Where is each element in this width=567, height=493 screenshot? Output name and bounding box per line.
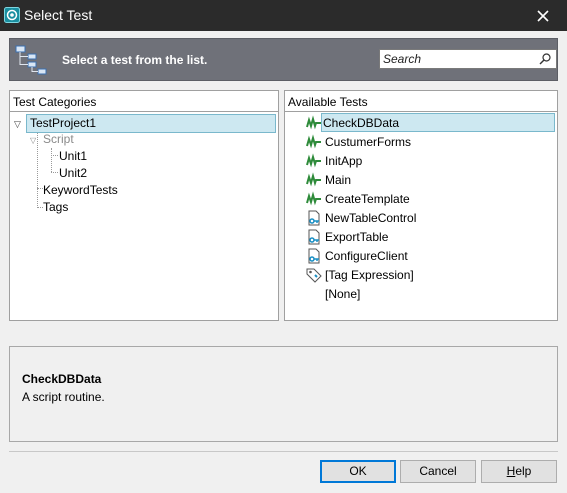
- test-item[interactable]: InitApp: [306, 152, 536, 170]
- script-routine-icon: [306, 153, 321, 168]
- test-item-label: CustumerForms: [325, 135, 412, 149]
- test-item-label: NewTableControl: [325, 211, 417, 225]
- tree-item-label: Script: [43, 132, 74, 146]
- test-item-label: Main: [325, 173, 352, 187]
- script-routine-icon: [306, 191, 321, 206]
- ok-button[interactable]: OK: [320, 460, 396, 483]
- divider: [9, 451, 558, 452]
- tree-item-keywordtests[interactable]: KeywordTests: [40, 182, 121, 199]
- description-panel: CheckDBData A script routine.: [9, 346, 558, 442]
- tree-item-unit1[interactable]: Unit1: [56, 148, 90, 165]
- test-item-label: ExportTable: [325, 230, 389, 244]
- description-text: A script routine.: [22, 390, 105, 404]
- tree-item-testproject1[interactable]: ▽ TestProject1: [14, 114, 276, 133]
- test-item[interactable]: Main: [306, 171, 536, 189]
- keyword-test-icon: [308, 248, 320, 264]
- script-routine-icon: [306, 115, 321, 130]
- script-routine-icon: [306, 172, 321, 187]
- help-button[interactable]: Help: [481, 460, 557, 483]
- search-box: [379, 49, 557, 69]
- close-icon[interactable]: [534, 7, 552, 25]
- test-item-label: InitApp: [325, 154, 363, 168]
- test-categories-heading: Test Categories: [10, 91, 278, 112]
- test-categories-panel: Test Categories ▽ TestProject1 ▽ Script Un…: [9, 90, 279, 321]
- tree-item-label: Tags: [43, 200, 69, 214]
- search-input[interactable]: [380, 50, 536, 68]
- help-button-label: elp: [515, 464, 532, 478]
- chevron-down-icon[interactable]: ▽: [14, 116, 26, 133]
- test-item[interactable]: CheckDBData: [321, 113, 555, 132]
- tree-icon: [15, 45, 47, 75]
- test-item[interactable]: [Tag Expression]: [306, 266, 536, 284]
- script-routine-icon: [306, 134, 321, 149]
- test-item-label: [Tag Expression]: [325, 268, 414, 282]
- title-bar: Select Test: [0, 0, 567, 31]
- test-item-label: ConfigureClient: [325, 249, 408, 263]
- keyword-test-icon: [308, 210, 320, 226]
- description-title: CheckDBData: [22, 372, 102, 386]
- search-icon[interactable]: [538, 52, 552, 66]
- header-banner: Select a test from the list.: [9, 38, 558, 81]
- test-item-label: [None]: [325, 287, 361, 301]
- tree-item-tags[interactable]: Tags: [40, 199, 71, 216]
- test-item[interactable]: CreateTemplate: [306, 190, 536, 208]
- keyword-test-icon: [308, 229, 320, 245]
- tree-item-label: KeywordTests: [43, 183, 118, 197]
- test-item[interactable]: [None]: [306, 285, 536, 303]
- available-tests-heading: Available Tests: [285, 91, 557, 112]
- tree-item-label: Unit2: [59, 166, 88, 180]
- test-item[interactable]: NewTableControl: [306, 209, 536, 227]
- test-item[interactable]: ExportTable: [306, 228, 536, 246]
- header-text: Select a test from the list.: [62, 53, 208, 67]
- app-icon: [4, 7, 20, 23]
- available-tests-panel: Available Tests CheckDBData CustumerForm…: [284, 90, 558, 321]
- tree-item-script[interactable]: ▽ Script: [30, 131, 77, 148]
- test-item-label: CreateTemplate: [325, 192, 410, 206]
- cancel-button[interactable]: Cancel: [400, 460, 476, 483]
- tag-icon: [306, 268, 322, 283]
- test-item[interactable]: CustumerForms: [306, 133, 536, 151]
- tree-item-label: Unit1: [59, 149, 88, 163]
- tree-item-unit2[interactable]: Unit2: [56, 165, 90, 182]
- chevron-down-icon[interactable]: ▽: [30, 132, 40, 149]
- window-title: Select Test: [24, 7, 93, 23]
- test-item-label: CheckDBData: [323, 116, 400, 130]
- test-item[interactable]: ConfigureClient: [306, 247, 536, 265]
